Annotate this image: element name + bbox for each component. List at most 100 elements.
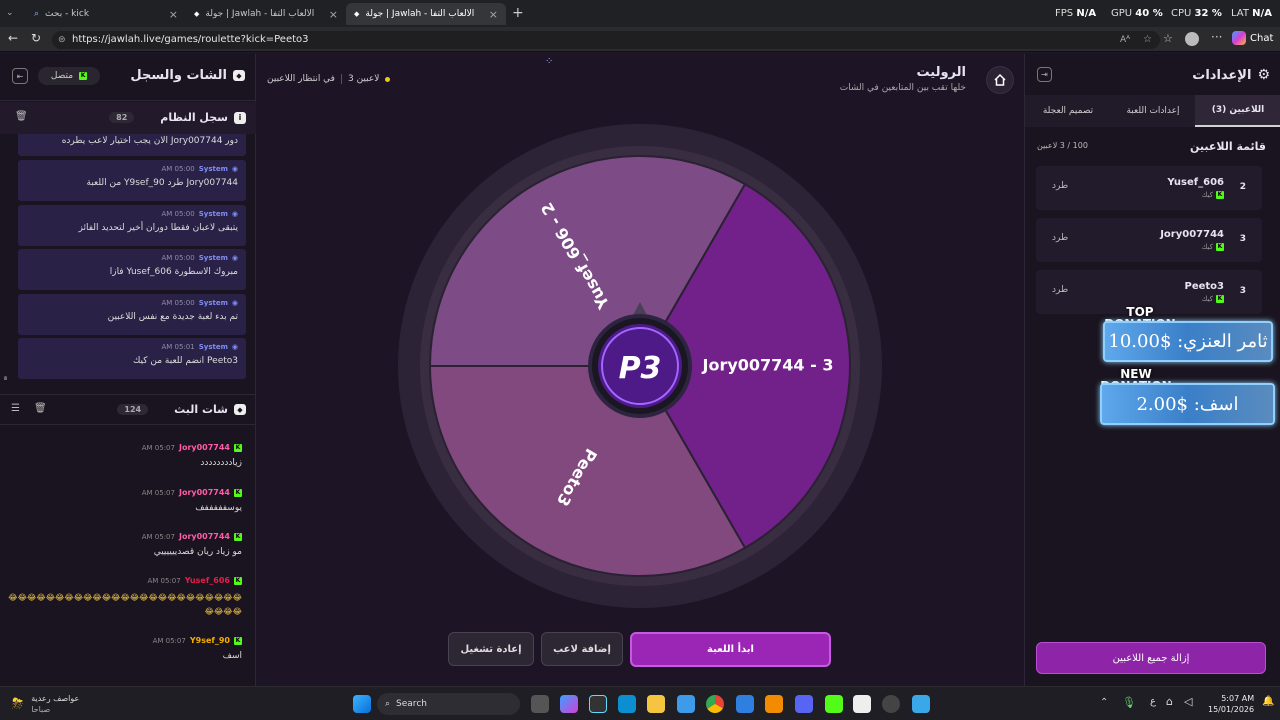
player-number: 2 bbox=[1239, 182, 1246, 192]
trash-icon[interactable]: 🗑 bbox=[34, 403, 47, 414]
windows-start-icon[interactable] bbox=[353, 695, 371, 713]
system-clock[interactable]: 5:07 AM 15/01/2026 bbox=[1208, 693, 1254, 715]
tab-wheel-design[interactable]: تصميم العجلة bbox=[1025, 95, 1111, 127]
close-tab-icon[interactable]: × bbox=[489, 8, 498, 21]
settings-title: الإعدادات ⚙ bbox=[1192, 67, 1270, 83]
game-status: في انتظار اللاعبين 3 لاعبين bbox=[267, 74, 391, 84]
stream-chat-title: شات البث bbox=[174, 403, 228, 416]
game-title: الروليت bbox=[916, 65, 966, 80]
log-entry: ◉ System 05:00 AM Jory007744 طرد Y9sef_90 … bbox=[18, 160, 246, 201]
game-controller-icon[interactable] bbox=[853, 695, 871, 713]
browser-tab-3[interactable]: ◆ جولة | Jawlah - منصة الألعاب التفا × bbox=[346, 3, 506, 25]
close-tab-icon[interactable]: × bbox=[169, 8, 178, 21]
chat-username[interactable]: Jory007744 bbox=[179, 443, 230, 452]
window-app-icon[interactable] bbox=[912, 695, 930, 713]
log-scrollbar[interactable] bbox=[4, 376, 7, 380]
chat-username[interactable]: Jory007744 bbox=[179, 532, 230, 541]
kick-app-icon[interactable] bbox=[825, 695, 843, 713]
remove-all-players-button[interactable]: إزالة جميع اللاعبين bbox=[1036, 642, 1266, 674]
trash-icon[interactable]: 🗑 bbox=[15, 111, 28, 122]
collapse-panel-icon[interactable]: ⇥ bbox=[1037, 67, 1052, 82]
top-donation-banner: ثامر العنزي: $10.00 bbox=[1103, 321, 1273, 362]
edge-icon[interactable] bbox=[618, 695, 636, 713]
collections-icon[interactable]: ☆ bbox=[1163, 32, 1173, 45]
kick-icon: K bbox=[234, 443, 242, 452]
chrome-icon[interactable] bbox=[706, 695, 724, 713]
address-bar: ← ↻ ⊜ https://jawlah.live/games/roulette… bbox=[0, 28, 1280, 52]
tab-title: بحث - kick bbox=[45, 9, 90, 19]
stream-chat-header: ☰ 🗑 124 شات البث ◆ bbox=[0, 394, 256, 424]
react-app-icon[interactable] bbox=[589, 695, 607, 713]
weather-widget[interactable]: ⛈ عواصف رعدية صباحا bbox=[12, 693, 79, 715]
add-player-button[interactable]: إضافة لاعب bbox=[541, 632, 623, 666]
site-info-icon[interactable]: ⊜ bbox=[58, 31, 66, 49]
players-count: 100 / 3 لاعبين bbox=[1037, 141, 1088, 150]
restart-button[interactable]: إعادة تشغيل bbox=[448, 632, 534, 666]
refresh-icon[interactable]: ↻ bbox=[31, 31, 41, 45]
kick-player-button[interactable]: طرد bbox=[1052, 233, 1068, 243]
bot-icon: ◉ bbox=[231, 210, 238, 218]
browser-tab-bar: ⌄ ⌕ بحث - kick × ◆ جولة | Jawlah - منصة … bbox=[0, 0, 1280, 28]
fps-stat: FPS N/A bbox=[1055, 8, 1097, 19]
vlc-icon[interactable] bbox=[765, 695, 783, 713]
cpu-stat: CPU 32 % bbox=[1171, 8, 1222, 19]
connection-status: متصل K bbox=[38, 67, 100, 85]
new-tab-icon[interactable]: + bbox=[512, 5, 524, 21]
photos-icon[interactable] bbox=[677, 695, 695, 713]
kick-player-button[interactable]: طرد bbox=[1052, 181, 1068, 191]
profile-avatar[interactable] bbox=[1185, 32, 1199, 46]
url-field[interactable]: ⊜ https://jawlah.live/games/roulette?kic… bbox=[52, 31, 1160, 49]
system-log-list[interactable]: دور Jory007744 الان يجب اختيار لاعب يطرد… bbox=[0, 134, 256, 380]
player-card: 2 Yusef_606 كيك K طرد bbox=[1036, 166, 1262, 210]
taskbar-search[interactable]: ⌕ Search bbox=[377, 693, 520, 715]
browser-tab-2[interactable]: ◆ جولة | Jawlah - منصة الألعاب التفا × bbox=[186, 3, 346, 25]
read-aloud-icon[interactable]: Aᴬ bbox=[1120, 31, 1130, 49]
collapse-panel-icon[interactable]: ⇤ bbox=[12, 68, 28, 84]
chat-message: K Jory007744 05:07 AM يوسفففففف bbox=[141, 488, 242, 513]
player-name: Peeto3 bbox=[1184, 281, 1224, 292]
chat-username[interactable]: Yusef_606 bbox=[185, 576, 230, 585]
copilot-taskbar-icon[interactable] bbox=[560, 695, 578, 713]
file-explorer-icon[interactable] bbox=[647, 695, 665, 713]
settings-tabs: اللاعبين (3) إعدادات اللعبة تصميم العجلة bbox=[1025, 95, 1280, 127]
bot-icon: ◉ bbox=[231, 165, 238, 173]
wheel-logo: P3 bbox=[619, 351, 662, 386]
game-area: الروليت خلها تقب بين المتابعين في الشات … bbox=[257, 54, 1024, 686]
discord-icon[interactable] bbox=[795, 695, 813, 713]
tab-list-icon[interactable]: ⌄ bbox=[6, 8, 14, 18]
info-icon: i bbox=[234, 111, 246, 124]
show-hidden-icons[interactable]: ⌃ bbox=[1100, 697, 1108, 708]
filter-icon[interactable]: ☰ bbox=[11, 403, 20, 414]
language-indicator[interactable]: ع bbox=[1150, 696, 1156, 707]
volume-icon[interactable]: ◁ bbox=[1184, 695, 1192, 708]
favorite-star-icon[interactable]: ☆ bbox=[1143, 31, 1152, 49]
microphone-icon[interactable]: 🎙 bbox=[1122, 696, 1136, 709]
back-icon[interactable]: ← bbox=[8, 31, 18, 45]
chat-username[interactable]: Y9sef_90 bbox=[190, 636, 230, 645]
chat-bubble-icon: ◆ bbox=[234, 404, 246, 415]
kick-icon: K bbox=[234, 576, 242, 585]
mail-icon[interactable] bbox=[736, 695, 754, 713]
tab-game-settings[interactable]: إعدادات اللعبة bbox=[1111, 95, 1195, 127]
browser-tab-1[interactable]: ⌕ بحث - kick × bbox=[26, 3, 186, 25]
player-source: كيك K bbox=[1201, 191, 1224, 199]
start-game-button[interactable]: ابدأ اللعبة bbox=[630, 632, 831, 667]
close-tab-icon[interactable]: × bbox=[329, 8, 338, 21]
copilot-chat-button[interactable]: Chat bbox=[1232, 31, 1273, 45]
site-favicon-icon: ◆ bbox=[354, 10, 360, 18]
search-icon: ⌕ bbox=[385, 699, 391, 709]
network-icon[interactable]: ⌂ bbox=[1166, 695, 1173, 708]
kick-icon: K bbox=[234, 488, 242, 497]
roulette-wheel[interactable]: Jory007744 - 3Peeto3Yusef_606 - 2 P3 bbox=[398, 124, 882, 608]
log-entry: ◉ System 05:00 AM يتبقى لاعبان فقطا دوران … bbox=[18, 205, 246, 246]
obs-icon[interactable] bbox=[882, 695, 900, 713]
notification-icon[interactable]: 🔔 bbox=[1262, 696, 1274, 707]
kick-player-button[interactable]: طرد bbox=[1052, 285, 1068, 295]
home-button[interactable] bbox=[986, 66, 1014, 94]
chat-username[interactable]: Jory007744 bbox=[179, 488, 230, 497]
more-menu-icon[interactable]: ··· bbox=[1211, 30, 1222, 44]
tab-players[interactable]: اللاعبين (3) bbox=[1195, 95, 1280, 127]
log-count-badge: 82 bbox=[109, 112, 135, 123]
task-view-icon[interactable] bbox=[531, 695, 549, 713]
chat-bubble-icon: ◆ bbox=[233, 70, 245, 81]
